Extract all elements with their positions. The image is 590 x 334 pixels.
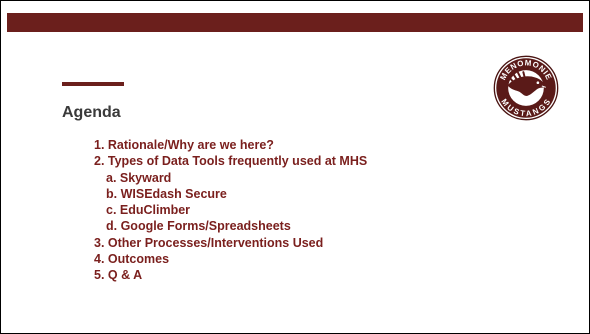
agenda-item: 2. Types of Data Tools frequently used a… — [94, 154, 368, 169]
agenda-subitem: c. EduClimber — [106, 203, 191, 218]
agenda-subitem: b. WISEdash Secure — [106, 186, 227, 201]
slide: Agenda 1. Rationale/Why are we here? 2. … — [0, 0, 590, 334]
agenda-item: 4. Outcomes — [94, 252, 170, 267]
header-band — [7, 13, 583, 32]
agenda-item: 5. Q & A — [94, 268, 143, 283]
agenda-subitem: d. Google Forms/Spreadsheets — [106, 219, 291, 234]
agenda-item: 1. Rationale/Why are we here? — [94, 138, 274, 152]
title-accent-bar — [62, 82, 124, 86]
slide-title: Agenda — [62, 104, 121, 121]
agenda-list: 1. Rationale/Why are we here? 2. Types o… — [94, 137, 367, 284]
menomonie-mustangs-logo: MENOMONIE MUSTANGS — [493, 55, 559, 121]
agenda-subitem: a. Skyward — [106, 170, 172, 185]
agenda-item: 3. Other Processes/Interventions Used — [94, 235, 324, 250]
